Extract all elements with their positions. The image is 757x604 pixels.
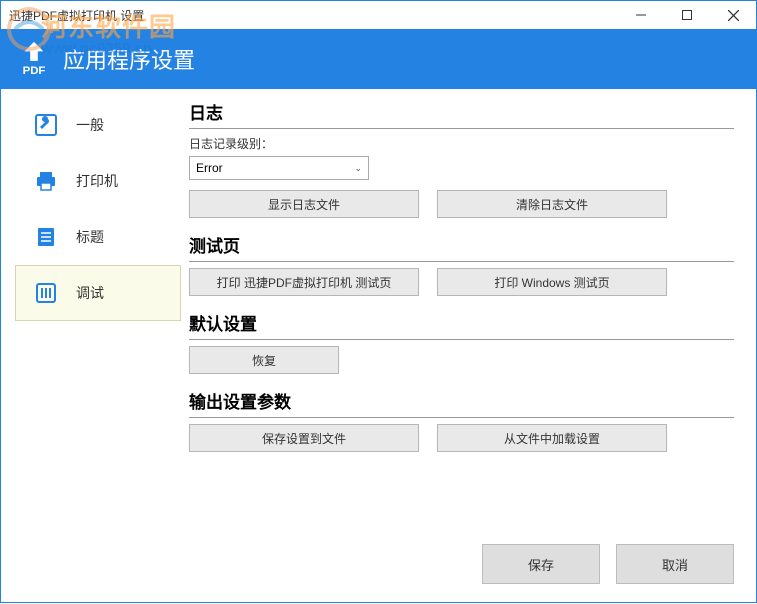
sidebar-item-general[interactable]: 一般 xyxy=(15,97,181,153)
sidebar: 一般 打印机 标题 xyxy=(1,89,181,604)
chevron-down-icon: ⌄ xyxy=(354,163,362,174)
window-controls xyxy=(618,1,756,29)
cancel-button[interactable]: 取消 xyxy=(616,544,734,584)
sidebar-item-label: 一般 xyxy=(76,115,104,135)
section-defaults: 默认设置 恢复 xyxy=(189,310,734,374)
print-windows-test-button[interactable]: 打印 Windows 测试页 xyxy=(437,268,667,296)
app-header: PDF 应用程序设置 xyxy=(1,29,756,89)
svg-text:PDF: PDF xyxy=(23,65,46,77)
section-log: 日志 日志记录级别： Error ⌄ 显示日志文件 清除日志文件 xyxy=(189,99,734,218)
divider xyxy=(189,339,734,340)
sidebar-item-printer[interactable]: 打印机 xyxy=(15,153,181,209)
dialog-footer: 保存 取消 xyxy=(189,530,734,604)
clear-log-button[interactable]: 清除日志文件 xyxy=(437,190,667,218)
printer-icon xyxy=(34,169,58,193)
show-log-button[interactable]: 显示日志文件 xyxy=(189,190,419,218)
section-export: 输出设置参数 保存设置到文件 从文件中加载设置 xyxy=(189,388,734,452)
section-title: 测试页 xyxy=(189,232,734,261)
close-button[interactable] xyxy=(710,1,756,29)
log-level-dropdown[interactable]: Error ⌄ xyxy=(189,156,369,180)
print-app-test-button[interactable]: 打印 迅捷PDF虚拟打印机 测试页 xyxy=(189,268,419,296)
divider xyxy=(189,261,734,262)
content-panel: 日志 日志记录级别： Error ⌄ 显示日志文件 清除日志文件 测试页 打印 … xyxy=(181,89,756,604)
divider xyxy=(189,128,734,129)
sidebar-item-title[interactable]: 标题 xyxy=(15,209,181,265)
section-title: 默认设置 xyxy=(189,310,734,339)
save-settings-to-file-button[interactable]: 保存设置到文件 xyxy=(189,424,419,452)
debug-icon xyxy=(34,281,58,305)
app-logo-icon: PDF xyxy=(15,40,53,78)
divider xyxy=(189,417,734,418)
dropdown-value: Error xyxy=(196,161,223,175)
maximize-button[interactable] xyxy=(664,1,710,29)
restore-defaults-button[interactable]: 恢复 xyxy=(189,346,339,374)
sidebar-item-label: 调试 xyxy=(76,283,104,303)
section-title: 输出设置参数 xyxy=(189,388,734,417)
save-button[interactable]: 保存 xyxy=(482,544,600,584)
minimize-button[interactable] xyxy=(618,1,664,29)
log-level-label: 日志记录级别： xyxy=(189,135,734,152)
sidebar-item-label: 标题 xyxy=(76,227,104,247)
sidebar-item-label: 打印机 xyxy=(76,171,118,191)
section-test-page: 测试页 打印 迅捷PDF虚拟打印机 测试页 打印 Windows 测试页 xyxy=(189,232,734,296)
load-settings-from-file-button[interactable]: 从文件中加载设置 xyxy=(437,424,667,452)
titlebar: 迅捷PDF虚拟打印机 设置 xyxy=(1,1,756,29)
window-title: 迅捷PDF虚拟打印机 设置 xyxy=(1,7,144,24)
wrench-icon xyxy=(34,113,58,137)
sidebar-item-debug[interactable]: 调试 xyxy=(15,265,181,321)
section-title: 日志 xyxy=(189,99,734,128)
header-title: 应用程序设置 xyxy=(63,43,195,75)
document-icon xyxy=(34,225,58,249)
